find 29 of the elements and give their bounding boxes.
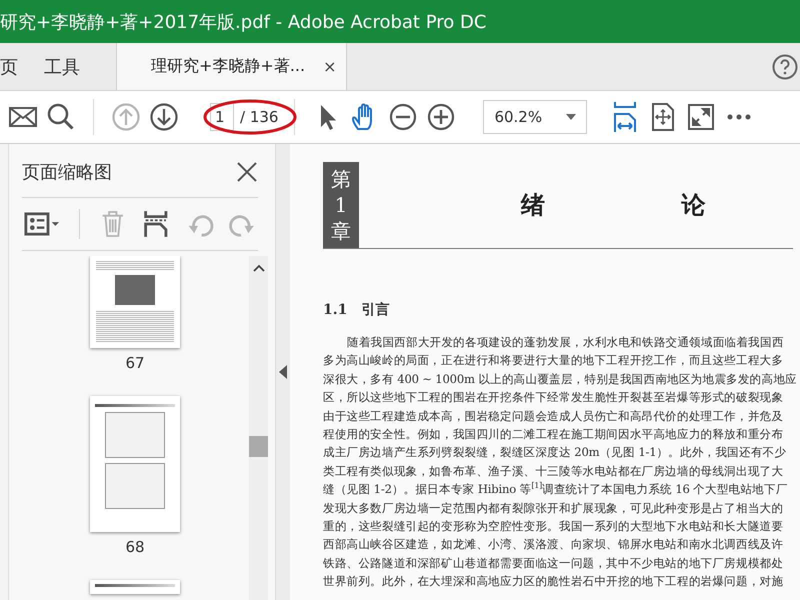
caret-icon bbox=[566, 114, 576, 120]
tab-label: 理研究+李晓静+著... bbox=[151, 56, 306, 77]
panel-title: 页面缩略图 bbox=[22, 161, 112, 184]
chapter-title: 绪 论 bbox=[521, 189, 770, 221]
close-icon[interactable] bbox=[236, 161, 258, 183]
tab-label: 页 bbox=[0, 56, 18, 78]
tab[interactable]: 理研究+李晓静+著... × bbox=[117, 43, 348, 90]
page-thumbnail[interactable] bbox=[90, 396, 180, 532]
page-thumbnail[interactable] bbox=[90, 580, 180, 594]
tab-label: 工具 bbox=[44, 56, 80, 78]
page-count: / 136 bbox=[240, 108, 278, 126]
zoom-dropdown[interactable]: 60.2% bbox=[483, 100, 588, 134]
scroll-up-icon[interactable] bbox=[252, 264, 264, 272]
collapse-panel-icon[interactable] bbox=[279, 365, 287, 379]
page-number-label: 68 bbox=[125, 538, 145, 556]
down-arrow-circle-icon[interactable] bbox=[148, 101, 180, 133]
body-paragraph: 随着我国西部大开发的各项建设的蓬勃发展，水利水电和铁路交通领域面临着我国西 多为高山峻岭的局面，正在进行和将要进行大量的地下工程开挖工作，而且这些工程大多 深很大，多有 400 ~ 1000m 以上的高山覆盖层，特别是我国西南地区为地震多发的高地应 区，所以这些地下工程的围岩在开挖条件下经常发生脆性开裂甚至岩爆等形式的破裂现象 由于这些工程建造成本高，围岩稳定问题会造成人员伤亡和高昂代价的处理工作，并危及 程使用的安全性。例如，我国四川的二滩工程在施工期间因水平高地应力的释放和重分布 成主厂房边墙产生系列劈裂裂缝，裂缝区深度达 20m（见图 1-1）。此外，我国还有不少 类工程有类似现象，如鲁布革、渔子溪、十三陵等水电站都在厂房边墙的母线洞出现了大 缝（见图 1-2）。据日本专家 Hibino 等$^{[1]}$调查统计了本国电力系统 16 个大型电站地下厂 发现大多数厂房边墙一定范围内都有裂隙张开和扩展现象，可见此种变形是占了相当大的 重的，这些裂缝引起的变形称为空腔性变形。我国一系列的大型地下水电站和长大隧道要 西部高山峡谷区建造，如龙滩、小湾、溪洛渡、向家坝、锦屏水电站和南水北调西线及许 铁路、公路隧道和深部矿山巷道都需要面临这一问题，其中不少电站的地下厂房规模都处 世界前列。此外，在大埋深和高地应力区的脆性岩石中开挖的地下工程的岩爆问题，对施 bbox=[323, 334, 798, 590]
tab[interactable]: 页 bbox=[0, 43, 30, 90]
section-heading: 1.1 引言 bbox=[323, 301, 390, 319]
chapter-label: 1 bbox=[334, 192, 348, 218]
scrollbar[interactable] bbox=[249, 256, 268, 600]
close-tab-button[interactable]: × bbox=[323, 57, 336, 76]
window-title: 研究+李晓静+著+2017年版.pdf - Adobe Acrobat Pro DC bbox=[0, 10, 486, 34]
chapter-label: 第 bbox=[331, 166, 351, 192]
page-number-label: 67 bbox=[125, 354, 145, 372]
page-thumbnail[interactable] bbox=[90, 256, 180, 348]
scrollbar-thumb[interactable] bbox=[249, 436, 268, 457]
help-icon[interactable] bbox=[772, 54, 798, 80]
chapter-label: 章 bbox=[331, 218, 351, 244]
